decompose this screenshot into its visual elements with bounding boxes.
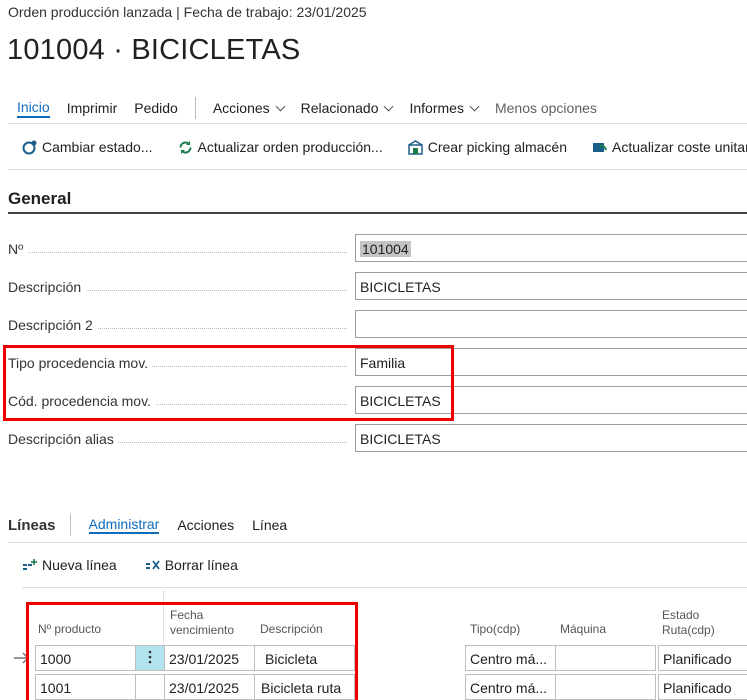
menu-relacionado-label: Relacionado	[300, 100, 379, 116]
menu-imprimir[interactable]: Imprimir	[67, 100, 118, 116]
row2-tipo[interactable]: Centro má...	[465, 674, 556, 700]
lineas-action-bar: Nueva línea Borrar línea	[22, 557, 266, 573]
refresh-icon	[178, 140, 193, 155]
tab-acciones[interactable]: Acciones	[177, 517, 234, 533]
cost-update-icon	[592, 140, 607, 155]
row2-estado[interactable]: Planificado	[658, 674, 747, 700]
page-title: 101004 · BICICLETAS	[7, 34, 301, 66]
chevron-down-icon	[384, 101, 394, 112]
divider	[22, 587, 747, 588]
change-status-icon	[22, 140, 37, 155]
warehouse-icon	[407, 139, 423, 155]
section-underline	[8, 212, 747, 214]
row1-tipo[interactable]: Centro má...	[465, 645, 556, 671]
menu-menos-opciones[interactable]: Menos opciones	[495, 100, 597, 116]
highlight-box-procedencia	[3, 345, 454, 421]
section-general-title[interactable]: General	[8, 189, 71, 209]
lineas-title[interactable]: Líneas	[8, 517, 56, 534]
actualizar-orden-label: Actualizar orden producción...	[197, 139, 383, 155]
crear-picking-button[interactable]: Crear picking almacén	[407, 139, 568, 155]
col-header-estado-line2: Ruta(cdp)	[662, 623, 715, 637]
row1-estado[interactable]: Planificado	[658, 645, 747, 671]
field-row-descripcion-alias: Descripción alias BICICLETAS	[8, 424, 747, 454]
new-line-icon	[22, 558, 37, 573]
action-bar: Cambiar estado... Actualizar orden produ…	[22, 139, 747, 155]
row1-maquina[interactable]	[555, 645, 656, 671]
field-row-descripcion-2: Descripción 2	[8, 310, 747, 340]
actualizar-orden-button[interactable]: Actualizar orden producción...	[178, 139, 383, 155]
descripcion-field[interactable]: BICICLETAS	[355, 272, 747, 300]
menu-inicio[interactable]: Inicio	[17, 99, 50, 118]
row2-maquina[interactable]	[555, 674, 656, 700]
borrar-linea-button[interactable]: Borrar línea	[145, 557, 238, 573]
menu-informes[interactable]: Informes	[409, 100, 480, 116]
descripcion-alias-field[interactable]: BICICLETAS	[355, 424, 747, 452]
no-value: 101004	[360, 241, 411, 257]
cambiar-estado-button[interactable]: Cambiar estado...	[22, 139, 153, 155]
menu-divider	[194, 97, 196, 119]
field-label-descripcion-2: Descripción 2	[8, 317, 97, 333]
col-header-maquina[interactable]: Máquina	[560, 622, 606, 637]
no-field[interactable]: 101004	[355, 234, 747, 262]
divider	[8, 542, 747, 543]
action-menu: Inicio Imprimir Pedido Acciones Relacion…	[17, 97, 614, 119]
divider	[8, 169, 747, 170]
tab-administrar[interactable]: Administrar	[88, 516, 160, 534]
field-label-no: Nº	[8, 241, 28, 257]
crear-picking-label: Crear picking almacén	[427, 139, 568, 155]
field-row-descripcion: Descripción BICICLETAS	[8, 272, 747, 302]
chevron-down-icon	[469, 101, 480, 112]
leader-dots	[8, 252, 347, 253]
col-header-tipo[interactable]: Tipo(cdp)	[470, 622, 520, 637]
menu-relacionado[interactable]: Relacionado	[300, 100, 394, 116]
lineas-divider	[69, 514, 71, 536]
lineas-header: Líneas Administrar Acciones Línea	[8, 514, 305, 536]
menu-acciones-label: Acciones	[212, 100, 270, 116]
cambiar-estado-label: Cambiar estado...	[42, 139, 153, 155]
page-subtitle: Orden producción lanzada | Fecha de trab…	[8, 4, 367, 20]
field-label-descripcion-alias: Descripción alias	[8, 431, 118, 447]
col-header-estado-line1: Estado	[662, 608, 700, 622]
borrar-linea-label: Borrar línea	[164, 557, 238, 573]
col-header-estado[interactable]: Estado Ruta(cdp)	[662, 608, 715, 638]
actualizar-coste-button[interactable]: Actualizar coste unitar	[592, 139, 747, 155]
nueva-linea-button[interactable]: Nueva línea	[22, 557, 117, 573]
divider	[8, 123, 747, 124]
delete-line-icon	[145, 558, 160, 573]
chevron-down-icon	[275, 101, 286, 112]
menu-acciones[interactable]: Acciones	[212, 100, 286, 116]
field-row-no: Nº 101004	[8, 234, 747, 264]
descripcion-2-field[interactable]	[355, 310, 747, 338]
field-label-descripcion: Descripción	[8, 279, 86, 295]
highlight-box-lines	[26, 602, 358, 700]
menu-pedido[interactable]: Pedido	[134, 100, 178, 116]
menu-informes-label: Informes	[409, 100, 464, 116]
nueva-linea-label: Nueva línea	[42, 557, 117, 573]
actualizar-coste-label: Actualizar coste unitar	[612, 139, 747, 155]
tab-linea[interactable]: Línea	[252, 517, 287, 533]
